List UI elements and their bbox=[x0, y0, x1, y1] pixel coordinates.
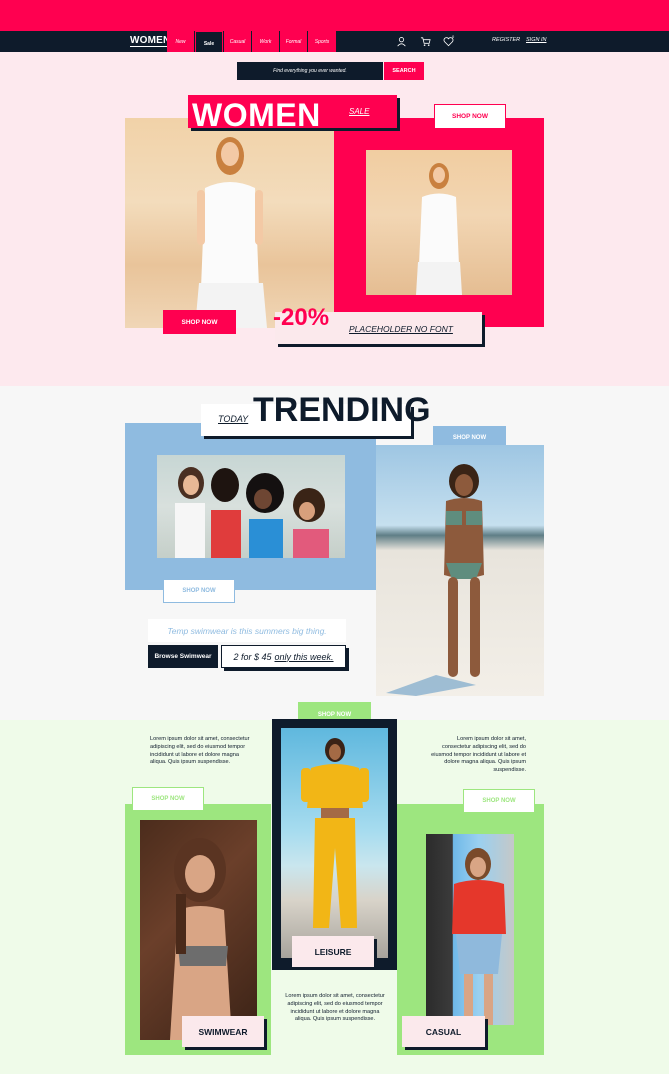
leisure-category-model bbox=[301, 738, 369, 928]
shop-now-top-button[interactable]: SHOP NOW bbox=[434, 104, 506, 129]
offer-price: 2 for $ 45 bbox=[233, 651, 272, 662]
model-figure bbox=[195, 137, 267, 328]
shop-now-hero-button[interactable]: SHOP NOW bbox=[163, 310, 236, 334]
swimwear-category-photo bbox=[140, 820, 257, 1040]
hero-photo-main bbox=[125, 118, 335, 328]
tab-new[interactable]: New bbox=[167, 31, 195, 52]
browse-swimwear-button[interactable]: Browse Swimwear bbox=[148, 645, 218, 668]
category-label-casual[interactable]: CASUAL bbox=[402, 1016, 485, 1047]
category-label-leisure[interactable]: LEISURE bbox=[292, 936, 374, 967]
swimwear-tagline: Temp swimwear is this summers big thing. bbox=[148, 619, 346, 642]
trending-title: TRENDING bbox=[253, 391, 431, 429]
group-figures bbox=[175, 467, 329, 558]
swimwear-category-model bbox=[170, 838, 232, 1040]
hero-photo-inset bbox=[366, 150, 512, 295]
leisure-category-photo bbox=[281, 728, 388, 958]
search-input[interactable]: Find everything you ever wanted. bbox=[237, 62, 383, 80]
register-link[interactable]: REGISTER bbox=[492, 37, 520, 43]
casual-category-photo bbox=[426, 834, 514, 1025]
lorem-bottom: Lorem ipsum dolor sit amet, consectetur … bbox=[285, 993, 385, 1023]
discount-value: -20% bbox=[273, 304, 330, 331]
hero-title: WOMEN bbox=[192, 97, 321, 133]
wishlist-count: 0 bbox=[452, 34, 455, 39]
lorem-right: Lorem ipsum dolor sit amet, consectetur … bbox=[431, 736, 526, 774]
user-icon[interactable] bbox=[396, 36, 407, 47]
signin-link[interactable]: SIGN IN bbox=[526, 37, 546, 43]
swimwear-model bbox=[386, 464, 484, 696]
group-photo bbox=[157, 455, 345, 558]
brand-logo[interactable]: WOMEN bbox=[130, 35, 171, 47]
shop-now-right-button[interactable]: SHOP NOW bbox=[463, 789, 535, 813]
discount-caption: PLACEHOLDER NO FONT bbox=[349, 324, 453, 334]
lorem-left: Lorem ipsum dolor sit amet, consectetur … bbox=[150, 736, 250, 766]
tab-casual[interactable]: Casual bbox=[224, 31, 252, 52]
today-label: TODAY bbox=[218, 414, 249, 424]
shop-now-blue-button-left[interactable]: SHOP NOW bbox=[163, 579, 235, 603]
cart-icon[interactable] bbox=[420, 36, 431, 47]
casual-category-model bbox=[452, 848, 506, 1025]
tab-formal[interactable]: Formal bbox=[280, 31, 308, 52]
sale-link[interactable]: SALE bbox=[349, 107, 369, 116]
offer-box: 2 for $ 45 only this week. bbox=[221, 645, 346, 668]
model-figure-small bbox=[416, 163, 462, 295]
category-label-swimwear[interactable]: SWIMWEAR bbox=[182, 1016, 264, 1047]
search-button[interactable]: SEARCH bbox=[384, 62, 424, 80]
offer-suffix: only this week. bbox=[274, 651, 334, 662]
swimwear-photo bbox=[376, 445, 544, 696]
tab-work[interactable]: Work bbox=[252, 31, 280, 52]
shop-now-left-button[interactable]: SHOP NOW bbox=[132, 787, 204, 811]
top-banner bbox=[0, 0, 669, 31]
tab-sports[interactable]: Sports bbox=[308, 31, 337, 52]
